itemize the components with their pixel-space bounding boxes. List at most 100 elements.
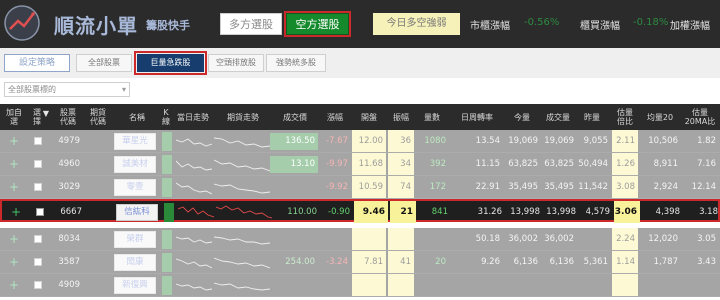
strategy-button[interactable]: 設定策略 [4,54,70,72]
table-header: 加自選 選擇 ▼ 股票 代碼 期貨 代碼 名稱 K線 當日走勢 期貨走勢 成交價 漲… [0,104,720,130]
chip-bearish-array[interactable]: 空頭排放股 [208,54,264,72]
volume-count: 841 [431,207,448,217]
volume-count: 1080 [424,136,446,146]
col-futures-code[interactable]: 期貨 代碼 [86,108,110,126]
stock-name-link[interactable]: 閎康 [114,254,156,271]
amplitude-value: 21 [390,201,416,223]
stock-name-link[interactable]: 新復興 [114,277,156,294]
yesterday-volume: 5,361 [583,257,608,267]
daily-strength-button[interactable]: 今日多空強弱 [373,13,460,35]
select-value: 全部股票標的 [8,85,56,94]
change-percent: -7.67 [326,136,348,146]
table-row[interactable]: +4960 誠美材 13.10 -9.97 11.68 34 392 11.15 63,825 6… [0,153,720,176]
yesterday-volume: 9,055 [583,136,608,146]
table-row[interactable]: +4909 新復興 [0,274,720,297]
add-to-watchlist-button[interactable]: + [4,251,24,273]
col-open[interactable]: 開盤 [352,113,386,122]
tab-short-picks[interactable]: 空方選股 [286,13,349,35]
trade-amount: 35,495 [544,182,574,192]
est-volume-ratio: 3.08 [612,176,638,198]
intraday-sparkline [176,182,212,195]
col-avg20[interactable]: 均量20 [642,113,678,122]
yesterday-volume: 11,542 [578,182,608,192]
add-to-watchlist-button[interactable]: + [4,228,24,250]
stock-name-link[interactable]: 信紘科 [116,204,158,221]
turnover-rate [452,274,500,296]
today-volume: 35,495 [508,182,538,192]
stock-scope-select[interactable]: 全部股票標的 ▾ [4,82,130,97]
col-today-volume[interactable]: 今量 [506,113,538,122]
turnover-rate: 50.18 [475,234,500,244]
row-checkbox[interactable] [34,160,42,168]
turnover-rate: 31.26 [477,207,502,217]
col-volume-count[interactable]: 量數 [418,113,446,122]
row-checkbox[interactable] [34,183,42,191]
add-to-watchlist-button[interactable]: + [4,176,24,198]
chip-all-stocks[interactable]: 全部股票 [76,54,132,72]
index-label-tpex: 櫃買漲幅 [580,21,620,32]
add-to-watchlist-button[interactable]: + [4,153,24,175]
kline-bar [162,178,172,197]
yesterday-volume [574,228,608,250]
add-to-watchlist-button[interactable]: + [6,201,26,223]
sort-arrow-icon[interactable]: ▼ [42,109,50,118]
table-row[interactable]: +3029 零壹 -9.92 10.59 74 172 22.91 35,495 35,495 1… [0,176,720,199]
col-turnover[interactable]: 日周轉率 [454,113,500,122]
futures-sparkline [216,205,272,219]
col-yesterday[interactable]: 昨量 [576,113,608,122]
avg20-volume: 8,911 [653,159,678,169]
chip-strong-bull[interactable]: 強勢統多股 [266,54,326,72]
table-row[interactable]: +4979 華星光 136.50 -7.67 12.00 36 1080 13.54 19,06… [0,130,720,153]
col-code[interactable]: 股票 代碼 [56,108,80,126]
stock-name-link[interactable]: 誠美材 [114,156,156,173]
volume-count [416,274,446,296]
intraday-sparkline [176,236,212,244]
add-to-watchlist-button[interactable]: + [4,274,24,296]
table-row-selected[interactable]: +6667 信紘科 110.00 -0.90 9.46 21 841 31.26 13,998 1… [0,199,720,223]
change-percent: -9.92 [326,182,348,192]
col-close[interactable]: 成交價 [272,113,318,122]
kline-bar [162,276,172,295]
col-name[interactable]: 名稱 [116,113,158,122]
col-intraday: 當日走勢 [177,113,209,122]
stock-name-link[interactable]: 華星光 [114,133,156,150]
col-change[interactable]: 漲幅 [320,113,350,122]
volume-count: 20 [435,257,446,267]
amplitude-value: 41 [388,251,414,273]
open-value: 12.00 [352,130,386,152]
col-est-ratio[interactable]: 估量 倍比 [612,108,638,126]
col-amount[interactable]: 成交量 [542,113,574,122]
stock-name-link[interactable]: 零壹 [114,179,156,196]
col-est-avg20[interactable]: 估量 20MA比 [682,108,718,126]
est-avg20-ratio: 12.14 [691,182,716,192]
stock-code: 3587 [58,257,80,267]
futures-sparkline [214,257,270,269]
open-value: 11.68 [352,153,386,175]
futures-sparkline [214,137,270,148]
today-volume: 63,825 [508,159,538,169]
index-label-taiex: 加權漲幅 [670,21,710,32]
col-futures-trend: 期貨走勢 [227,113,259,122]
row-checkbox[interactable] [34,137,42,145]
amplitude-value [388,228,414,250]
table-row[interactable]: +8034 榮群 50.18 36,002 36,002 2.24 12,020 3.05 [0,228,720,251]
today-volume: 13,998 [510,207,540,217]
col-amplitude[interactable]: 振幅 [388,113,414,122]
stock-name-link[interactable]: 榮群 [114,231,156,248]
yesterday-volume [574,274,608,296]
chip-volume-drop[interactable]: 巨量急跌股 [137,54,204,72]
trade-amount: 63,825 [544,159,574,169]
table-row[interactable]: +3587 閎康 254.00 -3.24 7.81 41 20 9.26 6,136 6,136… [0,251,720,274]
avg20-volume: 4,398 [655,207,680,217]
row-checkbox[interactable] [34,235,42,243]
intraday-sparkline [176,258,212,269]
futures-sparkline [214,282,270,291]
tab-long-picks[interactable]: 多方選股 [220,13,282,35]
est-volume-ratio: 1.26 [612,153,638,175]
row-checkbox[interactable] [36,208,44,216]
add-to-watchlist-button[interactable]: + [4,130,24,152]
row-checkbox[interactable] [34,258,42,266]
row-checkbox[interactable] [34,281,42,289]
close-price: 136.50 [270,133,318,150]
close-price [270,231,318,248]
